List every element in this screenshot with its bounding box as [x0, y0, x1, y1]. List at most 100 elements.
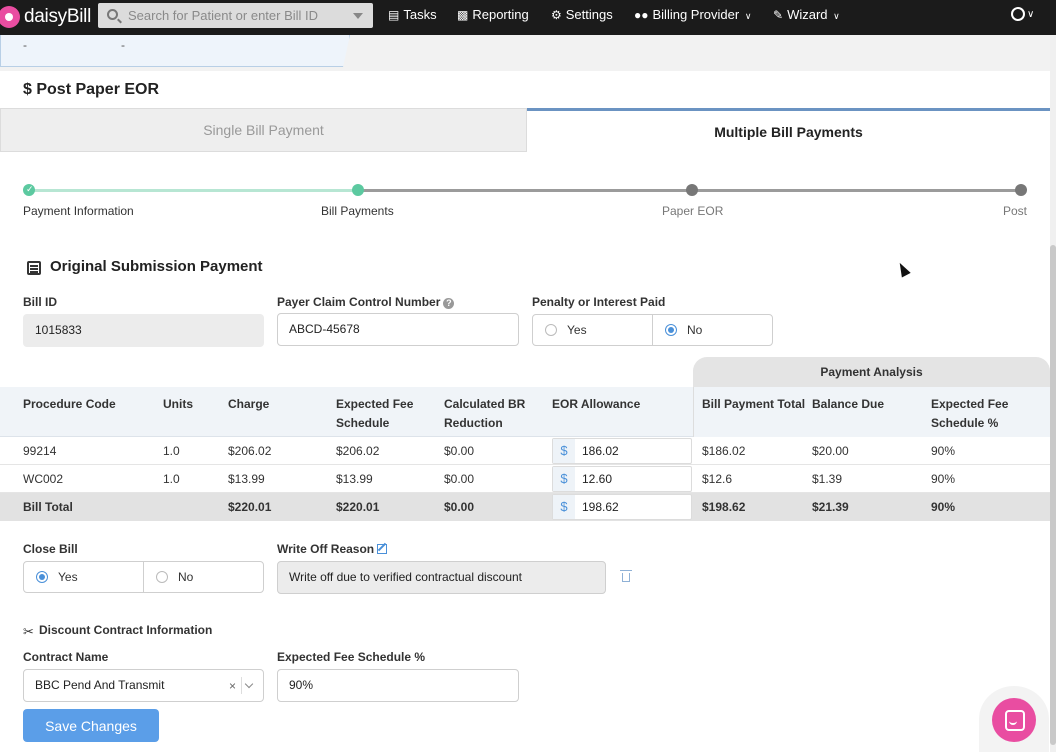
discount-section-title: Discount Contract Information	[39, 623, 213, 637]
bill-id-field: 1015833	[23, 314, 264, 347]
chat-icon[interactable]	[992, 698, 1036, 742]
cell-balance: $1.39	[812, 472, 843, 486]
radio-selected-icon	[36, 571, 48, 583]
nav-reporting[interactable]: ▩ Reporting	[457, 0, 529, 30]
clipboard-icon: ▤	[388, 8, 400, 22]
scrollbar-thumb[interactable]	[1050, 245, 1056, 745]
cell-br: $0.00	[444, 444, 475, 458]
bill-summary-card	[0, 35, 350, 67]
th-balance-due: Balance Due	[812, 397, 885, 411]
penalty-radio-group: Yes No	[532, 314, 773, 346]
save-changes-button[interactable]: Save Changes	[23, 709, 159, 742]
tab-multiple-bill-payments[interactable]: Multiple Bill Payments	[527, 108, 1050, 152]
th-expected-fee: Expected Fee Schedule	[336, 397, 414, 430]
table-row	[0, 465, 1050, 493]
close-bill-no-option[interactable]: No	[143, 562, 263, 592]
pccn-field[interactable]: ABCD-45678	[277, 313, 519, 346]
cell-units: 1.0	[163, 472, 180, 486]
step-label: Bill Payments	[321, 204, 394, 218]
cell-charge: $206.02	[228, 444, 272, 458]
th-units: Units	[163, 397, 193, 411]
logo[interactable]: daisyBill	[0, 4, 91, 30]
cell-payment-total: $186.02	[702, 444, 746, 458]
nav-settings[interactable]: ⚙ Settings	[551, 0, 613, 30]
daisy-logo-icon	[0, 6, 20, 28]
section-title: Original Submission Payment	[50, 258, 263, 275]
page-title: $ Post Paper EOR	[23, 81, 160, 98]
penalty-label: Penalty or Interest Paid	[532, 295, 666, 309]
eor-allowance-input[interactable]: $ 186.02	[552, 438, 692, 464]
nav-billing-provider[interactable]: ●● Billing Provider ∨	[634, 0, 751, 30]
search-icon	[107, 9, 118, 20]
penalty-no-option[interactable]: No	[652, 315, 772, 345]
contract-name-select[interactable]: BBC Pend And Transmit	[23, 669, 264, 702]
close-bill-radio-group: Yes No	[23, 561, 264, 593]
cell-total-charge: $220.01	[228, 500, 272, 514]
cell-total-payment: $198.62	[702, 500, 746, 514]
th-eor-allowance: EOR Allowance	[552, 397, 641, 411]
magic-wand-icon: ✎	[773, 8, 784, 22]
bar-chart-icon: ▩	[457, 8, 469, 22]
cell-total-br: $0.00	[444, 500, 475, 514]
question-circle-icon[interactable]: ?	[443, 298, 455, 309]
brand-name: daisyBill	[24, 6, 91, 27]
patient-search[interactable]	[98, 3, 373, 28]
dollar-icon: $	[553, 495, 575, 519]
cell-balance: $20.00	[812, 444, 849, 458]
step-pending-dot	[686, 184, 698, 196]
cell-expected: $13.99	[336, 472, 373, 486]
cell-charge: $13.99	[228, 472, 265, 486]
close-bill-label: Close Bill	[23, 542, 78, 556]
caret-down-icon[interactable]	[353, 13, 363, 19]
summary-value: -	[23, 38, 27, 52]
select-separator	[241, 677, 242, 694]
chevron-down-icon: ∨	[833, 11, 840, 21]
th-br-reduction: Calculated BR Reduction	[444, 397, 526, 430]
edit-icon[interactable]	[377, 544, 388, 554]
mouse-cursor-icon	[895, 260, 911, 278]
cell-code: 99214	[23, 444, 57, 458]
penalty-yes-option[interactable]: Yes	[533, 315, 652, 345]
close-bill-yes-option[interactable]: Yes	[24, 562, 143, 592]
eor-value: 12.60	[582, 472, 613, 486]
cell-expected: $206.02	[336, 444, 380, 458]
step-label: Payment Information	[23, 204, 134, 218]
eor-total-field: $ 198.62	[552, 494, 692, 520]
pccn-label: Payer Claim Control Number?	[277, 295, 455, 309]
cell-total-balance: $21.39	[812, 500, 849, 514]
radio-icon	[545, 324, 557, 336]
nav-tasks[interactable]: ▤ Tasks	[388, 0, 437, 30]
cell-total-expected: $220.01	[336, 500, 380, 514]
clear-icon[interactable]: ×	[229, 679, 236, 693]
step-line-done	[29, 189, 358, 192]
step-current-dot	[352, 184, 364, 196]
cell-pct: 90%	[931, 444, 956, 458]
cell-total-label: Bill Total	[23, 500, 73, 514]
step-check-icon: ✓	[23, 184, 35, 196]
nav-wizard[interactable]: ✎ Wizard ∨	[773, 0, 840, 30]
user-account-icon[interactable]	[1011, 7, 1025, 21]
cell-pct: 90%	[931, 472, 956, 486]
contract-name-label: Contract Name	[23, 650, 109, 664]
payment-analysis-header: Payment Analysis	[693, 357, 1050, 387]
table-total-row	[0, 493, 1050, 521]
trash-icon[interactable]	[620, 570, 632, 582]
dollar-icon: $	[553, 439, 575, 463]
tab-single-bill-payment[interactable]: Single Bill Payment	[0, 108, 527, 152]
cell-payment-total: $12.6	[702, 472, 733, 486]
th-procedure-code: Procedure Code	[23, 397, 116, 411]
step-label: Post	[1003, 204, 1028, 218]
chevron-down-icon: ∨	[744, 11, 752, 21]
chevron-down-icon[interactable]: ∨	[1027, 9, 1034, 20]
th-expected-fee-pct: Expected Fee Schedule %	[931, 397, 1009, 430]
receipt-icon	[27, 261, 41, 275]
expected-pct-field[interactable]: 90%	[277, 669, 519, 702]
write-off-reason-field[interactable]: Write off due to verified contractual di…	[277, 561, 606, 594]
th-bill-payment-total: Bill Payment Total	[702, 397, 806, 411]
eor-allowance-input[interactable]: $ 12.60	[552, 466, 692, 492]
radio-icon	[156, 571, 168, 583]
top-navbar: daisyBill ▤Tasks ▩Reporting ⚙Settings ●●…	[0, 0, 1056, 35]
search-input[interactable]	[128, 3, 348, 28]
users-icon: ●●	[634, 8, 649, 22]
th-charge: Charge	[228, 397, 270, 411]
